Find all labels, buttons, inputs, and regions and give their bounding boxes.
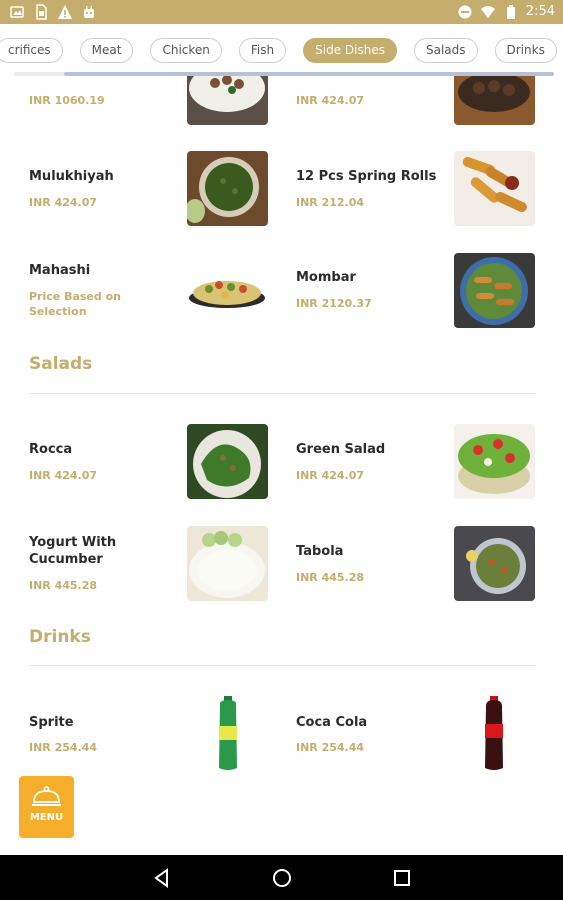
section-title-salads: Salads [29, 354, 93, 374]
item-name: Mombar [296, 270, 356, 285]
item-price: Price Based on Selection [29, 290, 121, 318]
item-image [187, 424, 268, 499]
item-image [187, 253, 268, 328]
android-icon [84, 6, 94, 18]
item-price: INR 424.07 [296, 94, 365, 107]
item-name: Coca Cola [296, 715, 368, 730]
menu-list[interactable]: INR 1060.19 INR 424.07 Mulukhiyah INR 42… [0, 76, 563, 855]
item-price: INR 254.44 [296, 741, 365, 754]
cloche-icon [32, 786, 61, 806]
item-price: INR 445.28 [29, 579, 98, 592]
item-image [187, 696, 268, 771]
item-price: INR 424.07 [29, 469, 98, 482]
item-image [454, 151, 535, 226]
item-image [454, 526, 535, 601]
item-image [187, 151, 268, 226]
section-divider [29, 393, 535, 394]
item-image [187, 526, 268, 601]
tab-side-dishes[interactable]: Side Dishes [303, 38, 397, 63]
item-name: Sprite [29, 715, 74, 730]
item-price: INR 1060.19 [29, 94, 105, 107]
category-tabs[interactable]: crifices Meat Chicken Fish Side Dishes S… [0, 24, 563, 74]
tab-chicken[interactable]: Chicken [150, 38, 222, 63]
item-price: INR 424.07 [296, 469, 365, 482]
item-price: INR 424.07 [29, 196, 98, 209]
menu-button-label: MENU [29, 812, 64, 823]
menu-button[interactable]: MENU [19, 776, 74, 838]
item-image [454, 696, 535, 771]
item-image [187, 76, 268, 125]
item-price: INR 445.28 [296, 571, 365, 584]
item-name: 12 Pcs Spring Rolls [296, 169, 437, 184]
item-name: Mahashi [29, 263, 91, 278]
tab-meat[interactable]: Meat [79, 38, 134, 63]
warning-icon [58, 5, 72, 19]
navigation-bar [0, 855, 563, 900]
do-not-disturb-icon [458, 5, 472, 19]
tab-fish[interactable]: Fish [238, 38, 287, 63]
status-bar: 2:54 [0, 0, 563, 24]
tab-salads[interactable]: Salads [413, 38, 478, 63]
item-price: INR 212.04 [296, 196, 365, 209]
home-icon[interactable] [271, 867, 293, 889]
item-price: INR 254.44 [29, 741, 98, 754]
clock: 2:54 [525, 4, 555, 19]
wifi-icon [480, 6, 495, 18]
item-price: INR 2120.37 [296, 297, 372, 310]
item-name: Rocca [29, 442, 73, 457]
battery-icon [506, 5, 515, 19]
image-icon [10, 6, 24, 18]
item-name: Tabola [296, 544, 344, 559]
item-name: Yogurt With Cucumber [29, 535, 117, 567]
sim-icon [36, 4, 47, 20]
tab-drinks[interactable]: Drinks [494, 38, 557, 63]
item-image [454, 253, 535, 328]
section-divider [29, 665, 535, 666]
item-image [454, 76, 535, 125]
recents-icon[interactable] [391, 867, 413, 889]
back-icon[interactable] [151, 867, 173, 889]
section-title-drinks: Drinks [29, 627, 91, 647]
item-name: Green Salad [296, 442, 386, 457]
item-name: Mulukhiyah [29, 169, 114, 184]
tab-sacrifices[interactable]: crifices [0, 38, 63, 63]
item-image [454, 424, 535, 499]
